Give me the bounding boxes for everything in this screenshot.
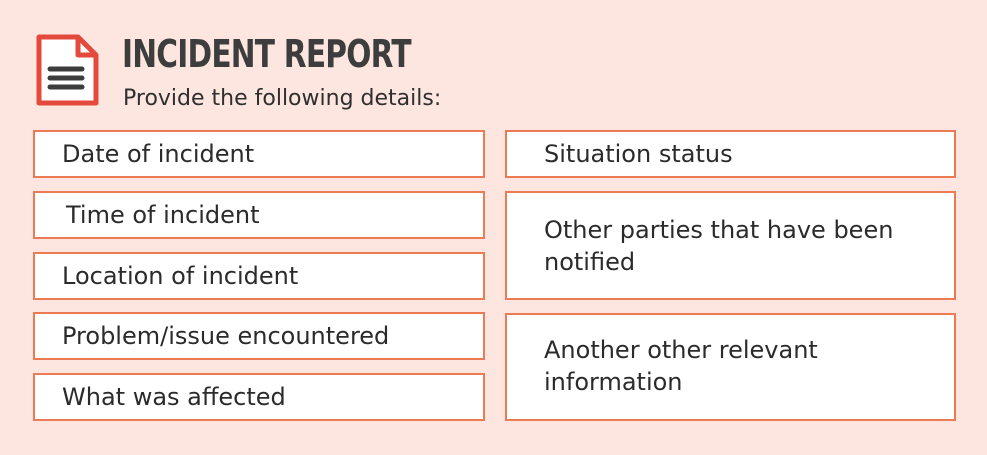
field-location-of-incident: Location of incident	[33, 252, 485, 300]
field-other-relevant-information: Another other relevant information	[505, 313, 956, 421]
field-date-of-incident: Date of incident	[33, 130, 485, 178]
field-label: Date of incident	[62, 140, 255, 168]
page-title: INCIDENT REPORT	[122, 32, 412, 76]
field-label: Another other relevant information	[544, 336, 818, 396]
field-label: Time of incident	[66, 201, 260, 229]
field-what-was-affected: What was affected	[33, 373, 485, 421]
field-label: Location of incident	[62, 262, 299, 290]
field-problem-issue: Problem/issue encountered	[33, 312, 485, 360]
field-situation-status: Situation status	[505, 130, 956, 178]
field-label: Other parties that have been notified	[544, 216, 894, 276]
field-label: What was affected	[62, 383, 286, 411]
document-icon	[34, 33, 100, 107]
field-label: Situation status	[544, 140, 733, 168]
field-time-of-incident: Time of incident	[33, 191, 485, 239]
field-other-parties-notified: Other parties that have been notified	[505, 191, 956, 300]
field-label: Problem/issue encountered	[62, 322, 390, 350]
page-subtitle: Provide the following details:	[123, 86, 442, 111]
